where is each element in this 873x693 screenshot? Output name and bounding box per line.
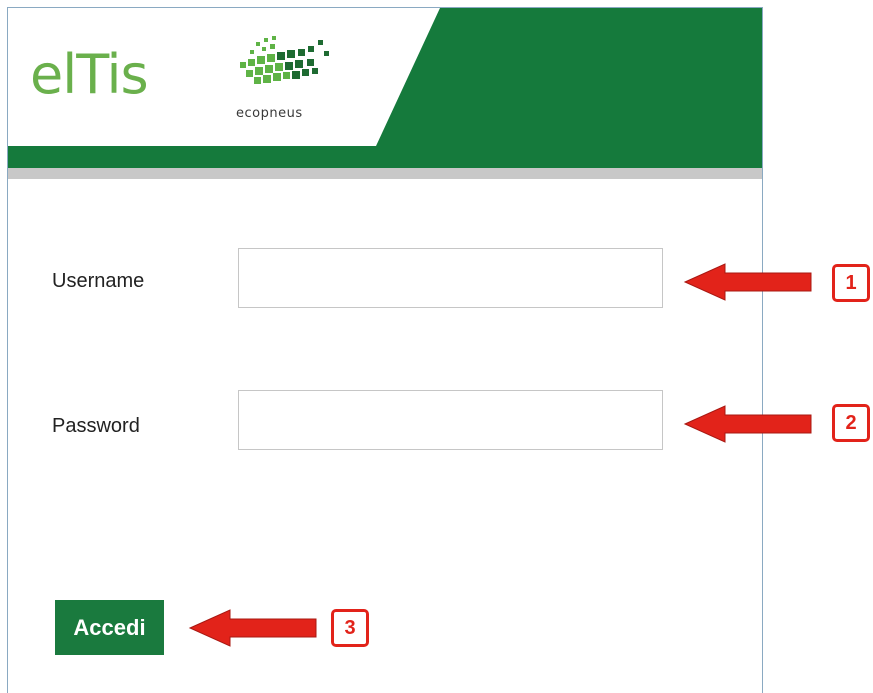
password-field[interactable] [238, 390, 663, 450]
red-arrow-icon [683, 263, 812, 301]
password-label: Password [52, 415, 140, 437]
callout-badge-1: 1 [832, 264, 870, 302]
username-field[interactable] [238, 248, 663, 308]
eltis-logo: elTis [30, 43, 149, 106]
accedi-button[interactable]: Accedi [55, 600, 164, 655]
callout-badge-3: 3 [331, 609, 369, 647]
red-arrow-icon [683, 405, 812, 443]
red-arrow-icon [188, 609, 317, 647]
callout-badge-2: 2 [832, 404, 870, 442]
username-label: Username [52, 270, 145, 292]
ecopneus-logo-icon [240, 36, 329, 84]
header-banner: elTis ecopneus [8, 8, 762, 168]
ecopneus-wordmark: ecopneus [236, 106, 303, 121]
